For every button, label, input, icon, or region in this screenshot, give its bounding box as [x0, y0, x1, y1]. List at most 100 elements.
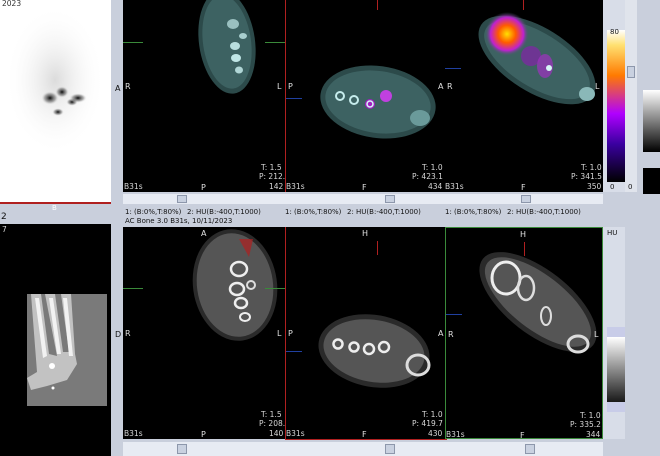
crosshair-horizontal [123, 288, 143, 289]
crosshair-horizontal [265, 42, 285, 43]
window-level-2: 2: HU(B:-400,T:1000) [187, 208, 261, 216]
top-viewport-3[interactable]: R L T: 1.0 P: 341.5 350 B31s F [445, 0, 604, 192]
slider-thumb[interactable] [177, 195, 187, 203]
hu-scale[interactable]: HU [603, 227, 625, 439]
orient-top: A [201, 229, 207, 238]
slice-number: 434 [428, 182, 443, 191]
orient-side-d: D [115, 330, 122, 339]
slice-number: 350 [587, 182, 602, 191]
ct-slice-image [318, 314, 431, 388]
orient-left: R [125, 82, 131, 91]
crosshair-horizontal [286, 98, 302, 99]
window-level-1: 1: (B:0%,T:80%) [125, 208, 182, 216]
fused-slice-image [478, 12, 596, 105]
position: P: 341.5 [571, 172, 602, 181]
crosshair-vertical [377, 0, 378, 10]
series-description: AC Bone 3.0 B31s, 10/11/2023 [125, 217, 233, 225]
orient-bottom: F [362, 430, 367, 439]
color-scale-gradient [607, 30, 625, 182]
window-slider[interactable]: 0 [625, 0, 637, 192]
thickness: T: 1.0 [422, 163, 443, 172]
hu-gradient [607, 337, 625, 409]
slice-number: 430 [428, 429, 443, 438]
color-scale-max: 80 [610, 28, 619, 36]
ct-slice-image [479, 252, 597, 354]
crosshair-horizontal [123, 42, 143, 43]
kernel: B31s [124, 182, 143, 191]
mip-image [5, 5, 105, 155]
orient-bottom: P [201, 430, 206, 439]
thickness: T: 1.0 [580, 411, 601, 420]
color-scale-min: 0 [610, 183, 615, 191]
hu-label: HU [607, 229, 618, 237]
slider-value: 0 [628, 183, 633, 191]
window-level-6: 2: HU(B:-400,T:1000) [507, 208, 581, 216]
mip-marker: B [52, 204, 57, 212]
thickness: T: 1.5 [261, 163, 282, 172]
orient-right: L [277, 329, 282, 338]
kernel: B31s [445, 182, 464, 191]
orient-left: P [288, 82, 293, 91]
thickness: T: 1.0 [422, 410, 443, 419]
slider-thumb[interactable] [525, 444, 535, 454]
orient-top: H [362, 229, 369, 238]
ct-slice-image [192, 229, 278, 341]
crosshair-horizontal [286, 351, 302, 352]
window-level-4: 2: HU(B:-400,T:1000) [347, 208, 421, 216]
window-level-3: 1: (B:0%,T:80%) [285, 208, 342, 216]
volume-render-image [27, 294, 107, 406]
orient-bottom: F [362, 183, 367, 192]
orient-top: H [520, 230, 527, 239]
crosshair-vertical [523, 0, 524, 10]
slider-thumb[interactable] [385, 444, 395, 454]
bottom-viewport-1[interactable]: A R L T: 1.5 P: 208.9 140 B31s P [123, 227, 285, 439]
slider-thumb[interactable] [177, 444, 187, 454]
view2-index: 2 [1, 212, 7, 222]
slider-thumb[interactable] [521, 195, 531, 203]
slice-number: 140 [269, 429, 284, 438]
kernel: B31s [124, 429, 143, 438]
grayscale-bar [643, 90, 660, 152]
position: P: 423.1 [412, 172, 443, 181]
top-viewport-1[interactable]: R L T: 1.5 P: 212.9 142 B31s P [123, 0, 285, 192]
hu-window-bottom [607, 402, 625, 412]
main-area-divider [111, 0, 123, 456]
kernel: B31s [286, 182, 305, 191]
kernel: B31s [286, 429, 305, 438]
volume-render-viewport[interactable]: 7 [0, 224, 111, 456]
orient-left: P [288, 329, 293, 338]
orient-side-a: A [115, 84, 121, 93]
bottom-viewport-3[interactable]: H R L T: 1.0 P: 335.2 344 B31s F [445, 227, 603, 439]
crosshair-horizontal [265, 288, 285, 289]
view2-sub: 7 [2, 225, 7, 234]
crosshair-horizontal [445, 68, 461, 69]
bottom-viewport-2[interactable]: H P A T: 1.0 P: 419.7 430 B31s F [285, 227, 447, 440]
crosshair-vertical [524, 242, 525, 256]
position: P: 335.2 [570, 420, 601, 429]
position: P: 208.9 [259, 419, 285, 428]
crosshair-horizontal [446, 314, 462, 315]
thickness: T: 1.5 [261, 410, 282, 419]
orient-bottom: F [521, 183, 526, 192]
top-slider-strip[interactable] [123, 194, 603, 204]
thickness: T: 1.0 [581, 163, 602, 172]
slice-number: 142 [269, 182, 284, 191]
position: P: 212.9 [259, 172, 285, 181]
orient-left: R [447, 82, 453, 91]
window-level-5: 1: (B:0%,T:80%) [445, 208, 502, 216]
color-scale[interactable]: 80 0 [603, 0, 625, 192]
mip-viewport[interactable]: 2023 [0, 0, 113, 204]
orient-right: L [595, 82, 600, 91]
position: P: 419.7 [412, 419, 443, 428]
grayscale-bar-2 [643, 168, 660, 194]
slice-number: 344 [586, 430, 601, 439]
kernel: B31s [446, 430, 465, 439]
orient-right: A [438, 329, 444, 338]
slider-thumb[interactable] [627, 66, 635, 78]
top-viewport-2[interactable]: P A T: 1.0 P: 423.1 434 B31s F [285, 0, 447, 192]
hu-window-top [607, 327, 625, 337]
orient-right: L [277, 82, 282, 91]
slider-thumb[interactable] [385, 195, 395, 203]
status-bar: 1: (B:0%,T:80%) 2: HU(B:-400,T:1000) 1: … [123, 206, 603, 226]
bottom-slider-strip[interactable] [123, 442, 603, 456]
